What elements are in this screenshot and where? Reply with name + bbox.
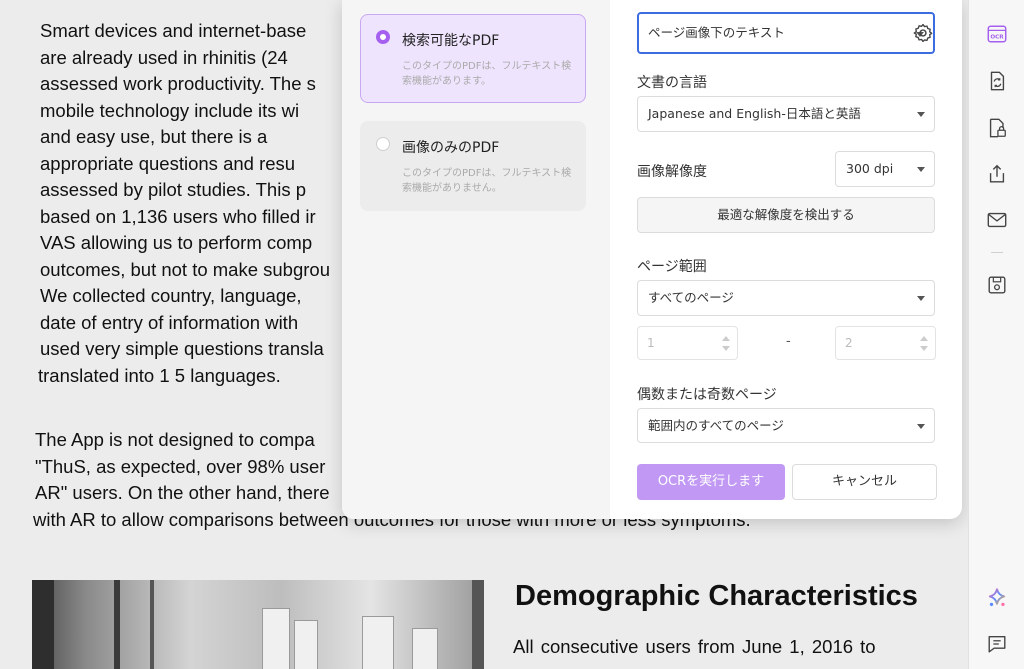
comment-icon[interactable] xyxy=(985,632,1009,656)
option-image-only-pdf[interactable]: 画像のみのPDF このタイプのPDFは、フルテキスト検索機能がありません。 xyxy=(360,121,586,211)
radio-selected[interactable] xyxy=(376,30,390,44)
text-line: date of entry of information with xyxy=(40,311,299,333)
text-line: based on 1,136 users who filled ir xyxy=(40,205,316,227)
ocr-settings-panel: 検索可能なPDF このタイプのPDFは、フルテキスト検索機能があります。 画像の… xyxy=(342,0,962,519)
text-line: Smart devices and internet-base xyxy=(40,20,307,41)
text-line: mobile technology include its wi xyxy=(40,99,300,121)
text-line: VAS allowing us to perform comp xyxy=(40,232,313,253)
caret-down-icon xyxy=(917,167,925,172)
range-to-value: 2 xyxy=(845,336,853,350)
cancel-button[interactable]: キャンセル xyxy=(792,464,937,500)
email-icon[interactable] xyxy=(985,208,1009,232)
text-line: outcomes, but not to make subgrou xyxy=(40,258,331,280)
select-value: 範囲内のすべてのページ xyxy=(648,418,784,433)
stepper-down-icon[interactable] xyxy=(722,346,730,351)
section-heading: Demographic Characteristics xyxy=(515,580,918,612)
share-icon[interactable] xyxy=(985,162,1009,186)
gear-icon[interactable] xyxy=(912,22,934,44)
resolution-label: 画像解像度 xyxy=(637,164,707,180)
odd-even-label: 偶数または奇数ページ xyxy=(637,387,777,403)
ocr-options-column: ページ画像下のテキスト 文書の言語 Japanese and English-日… xyxy=(610,0,962,519)
toolbar-divider xyxy=(991,252,1003,253)
text-line: assessed by pilot studies. This p xyxy=(40,179,306,200)
caret-down-icon xyxy=(917,112,925,117)
caret-down-icon xyxy=(917,424,925,429)
text-line: We collected country, language, xyxy=(40,285,302,306)
save-icon[interactable] xyxy=(985,273,1009,297)
text-line: translated into 1 5 languages. xyxy=(38,364,281,386)
run-ocr-button[interactable]: OCRを実行します xyxy=(637,464,785,500)
caret-down-icon xyxy=(917,296,925,301)
protect-icon[interactable] xyxy=(985,116,1009,140)
page-range-label: ページ範囲 xyxy=(637,259,707,275)
text-line: assessed work productivity. The s xyxy=(40,73,316,94)
stepper-down-icon[interactable] xyxy=(920,346,928,351)
svg-text:OCR: OCR xyxy=(990,34,1004,40)
output-type-column: 検索可能なPDF このタイプのPDFは、フルテキスト検索機能があります。 画像の… xyxy=(342,0,610,519)
range-from-input[interactable]: 1 xyxy=(637,326,738,360)
text-line: All consecutive users from June 1, 2016 … xyxy=(513,636,876,657)
option-description: このタイプのPDFは、フルテキスト検索機能があります。 xyxy=(402,61,572,87)
detect-resolution-button[interactable]: 最適な解像度を検出する xyxy=(637,197,935,233)
stepper-up-icon[interactable] xyxy=(722,336,730,341)
resolution-select[interactable]: 300 dpi xyxy=(835,151,935,187)
text-line: used very simple questions transla xyxy=(40,338,324,359)
text-line: AR" users. On the other hand, there xyxy=(35,482,330,503)
language-label: 文書の言語 xyxy=(637,75,707,91)
text-layout-select[interactable]: ページ画像下のテキスト xyxy=(637,12,935,54)
document-photo xyxy=(32,580,484,669)
text-line: The App is not designed to compa xyxy=(35,429,315,450)
range-from-value: 1 xyxy=(647,336,655,350)
option-title: 画像のみのPDF xyxy=(402,140,500,156)
convert-icon[interactable] xyxy=(985,69,1009,93)
option-title: 検索可能なPDF xyxy=(402,33,500,49)
ocr-icon[interactable]: OCR xyxy=(985,22,1009,46)
select-value: Japanese and English-日本語と英語 xyxy=(648,106,861,121)
odd-even-select[interactable]: 範囲内のすべてのページ xyxy=(637,408,935,443)
select-value: すべてのページ xyxy=(648,290,734,305)
option-searchable-pdf[interactable]: 検索可能なPDF このタイプのPDFは、フルテキスト検索機能があります。 xyxy=(360,14,586,103)
language-select[interactable]: Japanese and English-日本語と英語 xyxy=(637,96,935,132)
right-toolbar: OCR xyxy=(968,0,1024,669)
ai-assistant-icon[interactable] xyxy=(985,586,1009,610)
text-line: and easy use, but there is a xyxy=(40,126,268,147)
radio-unselected[interactable] xyxy=(376,137,390,151)
option-description: このタイプのPDFは、フルテキスト検索機能がありません。 xyxy=(402,168,572,194)
text-line: are already used in rhinitis (24 xyxy=(40,46,288,68)
select-value: 300 dpi xyxy=(846,161,894,176)
select-value: ページ画像下のテキスト xyxy=(648,25,785,40)
stepper-up-icon[interactable] xyxy=(920,336,928,341)
page-range-select[interactable]: すべてのページ xyxy=(637,280,935,316)
range-separator: - xyxy=(786,334,791,349)
text-line: appropriate questions and resu xyxy=(40,152,296,174)
range-to-input[interactable]: 2 xyxy=(835,326,936,360)
text-line: "ThuS, as expected, over 98% user xyxy=(35,455,326,477)
